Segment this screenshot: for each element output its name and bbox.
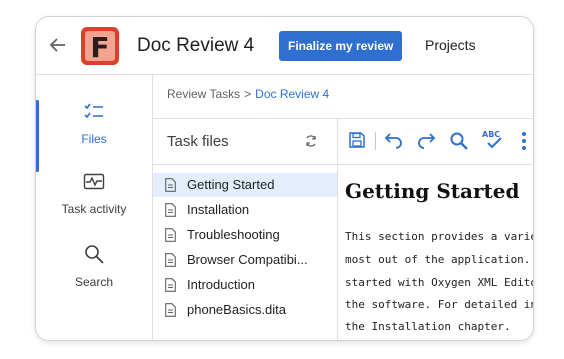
file-item-introduction[interactable]: Introduction [153,273,337,297]
file-item-browser-compatibility[interactable]: Browser Compatibi... [153,248,337,272]
sidebar-item-label: Files [81,132,107,146]
divider [153,164,337,165]
sidebar-item-files[interactable]: Files [36,100,152,172]
page-title: Doc Review 4 [137,35,255,56]
document-line: most out of the application. Typi [345,253,533,266]
document-line: the Installation chapter. [345,320,511,333]
document-icon [165,178,176,192]
sync-icon[interactable] [304,134,318,148]
sidebar-item-label: Task activity [61,202,127,216]
projects-link[interactable]: Projects [425,37,476,53]
app-header: F Doc Review 4 Finalize my review Projec… [36,17,533,75]
document-heading: Getting Started [345,179,520,203]
breadcrumb-separator: > [244,87,252,101]
document-line: This section provides a variety of [345,230,533,243]
file-name: Getting Started [187,177,275,192]
file-name: Installation [187,202,250,217]
file-name: Troubleshooting [187,227,280,242]
file-name: phoneBasics.dita [187,302,287,317]
breadcrumb-current[interactable]: Doc Review 4 [255,87,329,101]
redo-icon[interactable] [416,131,436,149]
document-line: started with Oxygen XML Editor[ [345,276,533,289]
sidebar-item-label: Search [74,275,114,289]
find-icon[interactable] [449,131,469,151]
sidebar-item-search[interactable]: Search [36,243,152,289]
undo-icon[interactable] [384,131,404,149]
file-name: Browser Compatibi... [187,252,308,267]
finalize-review-button[interactable]: Finalize my review [279,31,403,61]
file-name: Introduction [187,277,255,292]
document-icon [165,253,176,267]
spellcheck-text: ABC [482,130,500,139]
app-logo: F [81,27,119,65]
sidebar: Files Task activity Search [36,75,153,340]
sidebar-item-task-activity[interactable]: Task activity [36,172,152,216]
breadcrumb-root[interactable]: Review Tasks [167,87,240,101]
document-line: the software. For detailed inform [345,298,533,311]
save-icon[interactable] [348,131,366,149]
document-icon [165,278,176,292]
breadcrumb: Review Tasks > Doc Review 4 [167,87,329,101]
app-window: F Doc Review 4 Finalize my review Projec… [35,16,534,341]
file-item-phonebasics[interactable]: phoneBasics.dita [153,298,337,322]
logo-letter: F [90,31,109,64]
document-icon [165,303,176,317]
file-item-getting-started[interactable]: Getting Started [153,173,337,197]
files-checklist-icon [84,103,103,119]
back-arrow-icon[interactable] [49,36,67,54]
activity-icon [83,173,105,190]
more-icon[interactable] [520,131,528,151]
editor-toolbar: ABC [338,119,533,165]
document-icon [165,228,176,242]
file-item-troubleshooting[interactable]: Troubleshooting [153,223,337,247]
files-panel-heading: Task files [167,133,229,150]
search-icon [85,245,104,264]
file-item-installation[interactable]: Installation [153,198,337,222]
spellcheck-icon[interactable]: ABC [481,129,507,151]
toolbar-separator [375,132,376,150]
document-icon [165,203,176,217]
